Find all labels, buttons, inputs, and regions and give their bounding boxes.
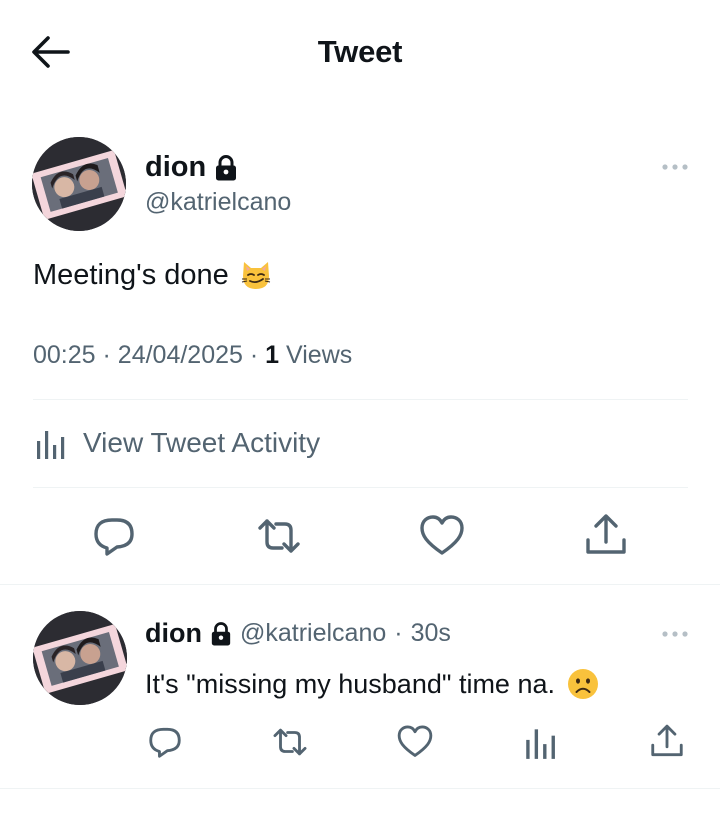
author-handle[interactable]: @katrielcano: [145, 188, 291, 217]
reply-text: It's "missing my husband" time na.: [145, 668, 555, 699]
view-activity-link[interactable]: View Tweet Activity: [33, 425, 320, 461]
like-icon: [420, 515, 464, 555]
more-options-icon[interactable]: [660, 160, 690, 174]
retweet-icon: [258, 519, 300, 553]
share-icon: [651, 724, 683, 757]
tweet-text-row: Meeting's done: [33, 258, 273, 292]
page-title: Tweet: [317, 34, 403, 69]
reply-header: dion @katrielcano · 30s: [145, 618, 451, 649]
divider: [0, 584, 720, 585]
author-name[interactable]: dion: [145, 151, 206, 184]
meta-separator: ·: [394, 619, 403, 647]
author-name-row: dion: [145, 151, 238, 184]
tweet-text: Meeting's done: [33, 258, 229, 291]
divider: [0, 788, 720, 789]
lock-icon: [211, 621, 231, 645]
tweet-time: 00:25: [33, 341, 96, 369]
tweet-date: 24/04/2025: [117, 341, 243, 369]
reply-text-row: It's "missing my husband" time na.: [145, 668, 599, 700]
lock-icon: [216, 154, 237, 180]
reply-icon: [149, 727, 181, 758]
reply-button[interactable]: [90, 512, 138, 560]
views-count: 1: [265, 341, 280, 369]
like-button[interactable]: [418, 512, 466, 560]
reply-reply-button[interactable]: [146, 723, 184, 761]
reply-avatar[interactable]: [33, 611, 127, 705]
meta-separator: ·: [102, 341, 111, 369]
views-icon: [526, 729, 555, 759]
tweet-meta: 00:25 · 24/04/2025 · 1 Views: [33, 341, 352, 370]
activity-label: View Tweet Activity: [83, 427, 321, 458]
analytics-icon: [37, 431, 65, 459]
reply-views-button[interactable]: [522, 723, 560, 761]
smirking-cat-emoji: [241, 262, 270, 289]
reply-icon: [94, 518, 134, 556]
reply-author-name[interactable]: dion: [145, 618, 202, 649]
divider: [33, 399, 688, 400]
reply-more-options-icon[interactable]: [660, 627, 690, 641]
reply-author-handle[interactable]: @katrielcano: [240, 619, 386, 648]
meta-separator: ·: [249, 341, 259, 369]
reply-time[interactable]: 30s: [411, 619, 451, 648]
like-icon: [397, 725, 433, 757]
views-label: Views: [286, 341, 353, 369]
frowning-face-emoji: [567, 669, 598, 699]
avatar[interactable]: [32, 137, 126, 231]
reply-retweet-button[interactable]: [271, 723, 309, 761]
share-button[interactable]: [582, 512, 630, 560]
reply-like-button[interactable]: [396, 723, 434, 761]
reply-share-button[interactable]: [648, 723, 686, 761]
retweet-icon: [273, 728, 307, 756]
divider: [33, 487, 688, 488]
share-icon: [586, 514, 626, 554]
retweet-button[interactable]: [255, 512, 303, 560]
